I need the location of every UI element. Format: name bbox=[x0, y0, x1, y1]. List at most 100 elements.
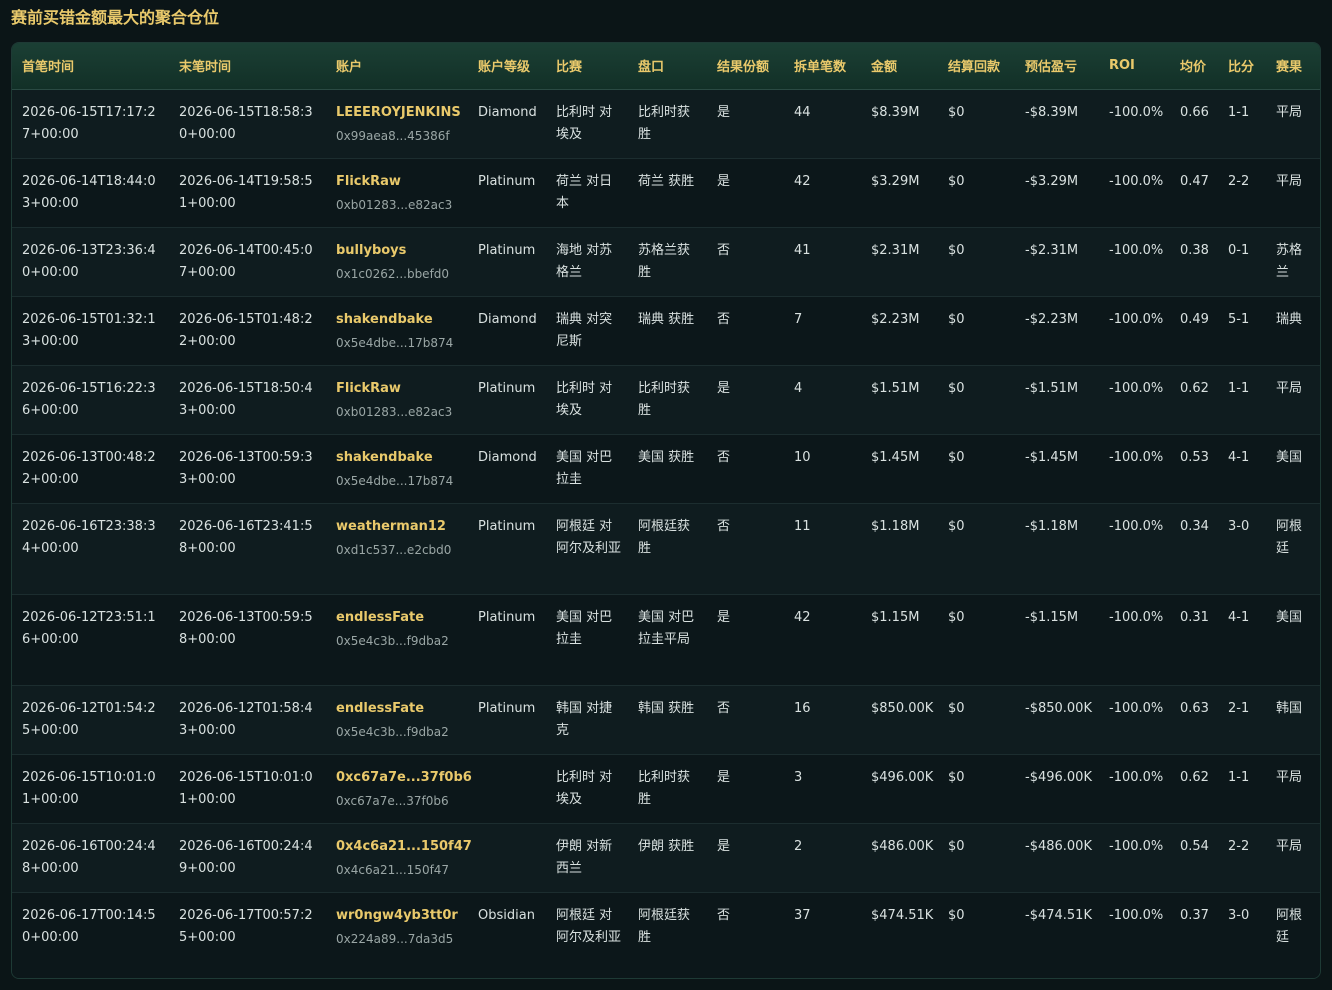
outcome-cell: 是 bbox=[707, 158, 784, 228]
account-name-link[interactable]: 0xc67a7e...37f0b6 bbox=[336, 767, 472, 790]
table-row[interactable]: 2026-06-14T18:44:03+00:00 2026-06-14T19:5… bbox=[12, 158, 1320, 228]
split-count-cell: 42 bbox=[784, 158, 861, 228]
account-address: 0x4c6a21...150f47 bbox=[336, 863, 450, 877]
score-cell: 3-0 bbox=[1218, 503, 1266, 595]
header-match[interactable]: 比赛 bbox=[546, 43, 628, 90]
account-cell: wr0ngw4yb3tt0r 0x224a89...7da3d5 bbox=[326, 892, 468, 978]
table-row[interactable]: 2026-06-13T00:48:22+00:00 2026-06-13T00:5… bbox=[12, 434, 1320, 504]
first-time-cell: 2026-06-13T00:48:22+00:00 bbox=[12, 434, 169, 504]
account-cell: weatherman12 0xd1c537...e2cbd0 bbox=[326, 503, 468, 595]
table-row[interactable]: 2026-06-16T23:38:34+00:00 2026-06-16T23:4… bbox=[12, 503, 1320, 595]
account-cell: bullyboys 0x1c0262...bbefd0 bbox=[326, 227, 468, 297]
outcome-cell: 是 bbox=[707, 594, 784, 686]
header-result[interactable]: 赛果 bbox=[1266, 43, 1320, 90]
account-name-link[interactable]: LEEEROYJENKINS bbox=[336, 102, 462, 125]
header-account-tier[interactable]: 账户等级 bbox=[468, 43, 546, 90]
score-cell: 2-2 bbox=[1218, 823, 1266, 893]
header-roi[interactable]: ROI bbox=[1099, 43, 1170, 90]
split-count-cell: 2 bbox=[784, 823, 861, 893]
outcome-cell: 是 bbox=[707, 823, 784, 893]
account-name-link[interactable]: FlickRaw bbox=[336, 171, 462, 194]
header-settlement-payout[interactable]: 结算回款 bbox=[938, 43, 1015, 90]
first-time-cell: 2026-06-17T00:14:50+00:00 bbox=[12, 892, 169, 978]
account-name-link[interactable]: FlickRaw bbox=[336, 378, 462, 401]
match-cell: 美国 对巴拉圭 bbox=[546, 594, 628, 686]
market-cell: 美国 对巴拉圭平局 bbox=[628, 594, 707, 686]
first-time-cell: 2026-06-15T17:17:27+00:00 bbox=[12, 89, 169, 159]
score-cell: 1-1 bbox=[1218, 89, 1266, 159]
account-cell: FlickRaw 0xb01283...e82ac3 bbox=[326, 158, 468, 228]
account-name-link[interactable]: endlessFate bbox=[336, 698, 462, 721]
avg-price-cell: 0.37 bbox=[1170, 892, 1218, 978]
table-header-row: 首笔时间 末笔时间 账户 账户等级 比赛 盘口 结果份额 拆单笔数 金额 结算回款 预估盈亏 ROI 均… bbox=[12, 43, 1320, 90]
roi-cell: -100.0% bbox=[1099, 296, 1170, 366]
table-row[interactable]: 2026-06-16T00:24:48+00:00 2026-06-16T00:2… bbox=[12, 823, 1320, 893]
header-market[interactable]: 盘口 bbox=[628, 43, 707, 90]
table-row[interactable]: 2026-06-15T17:17:27+00:00 2026-06-15T18:5… bbox=[12, 89, 1320, 159]
account-cell: endlessFate 0x5e4c3b...f9dba2 bbox=[326, 594, 468, 686]
market-cell: 阿根廷获胜 bbox=[628, 892, 707, 978]
payout-cell: $0 bbox=[938, 685, 1015, 755]
first-time-cell: 2026-06-14T18:44:03+00:00 bbox=[12, 158, 169, 228]
first-time-cell: 2026-06-15T01:32:13+00:00 bbox=[12, 296, 169, 366]
account-name-link[interactable]: 0x4c6a21...150f47 bbox=[336, 836, 472, 859]
pnl-cell: -$1.45M bbox=[1015, 434, 1099, 504]
table-row[interactable]: 2026-06-12T01:54:25+00:00 2026-06-12T01:5… bbox=[12, 685, 1320, 755]
pnl-cell: -$1.15M bbox=[1015, 594, 1099, 686]
table-row[interactable]: 2026-06-15T01:32:13+00:00 2026-06-15T01:4… bbox=[12, 296, 1320, 366]
score-cell: 4-1 bbox=[1218, 434, 1266, 504]
roi-cell: -100.0% bbox=[1099, 685, 1170, 755]
account-name-link[interactable]: endlessFate bbox=[336, 607, 462, 630]
split-count-cell: 7 bbox=[784, 296, 861, 366]
avg-price-cell: 0.31 bbox=[1170, 594, 1218, 686]
account-cell: 0xc67a7e...37f0b6 0xc67a7e...37f0b6 bbox=[326, 754, 472, 824]
header-outcome-shares[interactable]: 结果份额 bbox=[707, 43, 784, 90]
avg-price-cell: 0.53 bbox=[1170, 434, 1218, 504]
account-name-link[interactable]: shakendbake bbox=[336, 447, 462, 470]
outcome-cell: 否 bbox=[707, 892, 784, 978]
match-cell: 韩国 对捷克 bbox=[546, 685, 628, 755]
account-name-link[interactable]: bullyboys bbox=[336, 240, 462, 263]
account-tier-cell bbox=[468, 754, 546, 824]
header-split-count[interactable]: 拆单笔数 bbox=[784, 43, 861, 90]
header-score[interactable]: 比分 bbox=[1218, 43, 1266, 90]
market-cell: 比利时获胜 bbox=[628, 365, 707, 435]
result-cell: 平局 bbox=[1266, 158, 1320, 228]
roi-cell: -100.0% bbox=[1099, 594, 1170, 686]
table-row[interactable]: 2026-06-15T10:01:01+00:00 2026-06-15T10:0… bbox=[12, 754, 1320, 824]
first-time-cell: 2026-06-12T01:54:25+00:00 bbox=[12, 685, 169, 755]
header-amount[interactable]: 金额 bbox=[861, 43, 938, 90]
table-row[interactable]: 2026-06-13T23:36:40+00:00 2026-06-14T00:4… bbox=[12, 227, 1320, 297]
account-cell: shakendbake 0x5e4dbe...17b874 bbox=[326, 296, 468, 366]
header-est-pnl[interactable]: 预估盈亏 bbox=[1015, 43, 1099, 90]
roi-cell: -100.0% bbox=[1099, 754, 1170, 824]
table-row[interactable]: 2026-06-17T00:14:50+00:00 2026-06-17T00:5… bbox=[12, 892, 1320, 978]
account-address: 0x5e4c3b...f9dba2 bbox=[336, 634, 449, 648]
split-count-cell: 41 bbox=[784, 227, 861, 297]
avg-price-cell: 0.49 bbox=[1170, 296, 1218, 366]
header-last-time[interactable]: 末笔时间 bbox=[169, 43, 326, 90]
header-avg-price[interactable]: 均价 bbox=[1170, 43, 1218, 90]
roi-cell: -100.0% bbox=[1099, 823, 1170, 893]
split-count-cell: 11 bbox=[784, 503, 861, 595]
score-cell: 3-0 bbox=[1218, 892, 1266, 978]
header-account[interactable]: 账户 bbox=[326, 43, 468, 90]
split-count-cell: 10 bbox=[784, 434, 861, 504]
score-cell: 1-1 bbox=[1218, 754, 1266, 824]
header-first-time[interactable]: 首笔时间 bbox=[12, 43, 169, 90]
account-name-link[interactable]: weatherman12 bbox=[336, 516, 462, 539]
amount-cell: $1.15M bbox=[861, 594, 938, 686]
avg-price-cell: 0.63 bbox=[1170, 685, 1218, 755]
match-cell: 海地 对苏格兰 bbox=[546, 227, 628, 297]
account-tier-cell: Platinum bbox=[468, 227, 546, 297]
account-name-link[interactable]: wr0ngw4yb3tt0r bbox=[336, 905, 462, 928]
account-name-link[interactable]: shakendbake bbox=[336, 309, 462, 332]
first-time-cell: 2026-06-15T10:01:01+00:00 bbox=[12, 754, 169, 824]
pnl-cell: -$1.51M bbox=[1015, 365, 1099, 435]
split-count-cell: 37 bbox=[784, 892, 861, 978]
match-cell: 比利时 对埃及 bbox=[546, 89, 628, 159]
avg-price-cell: 0.54 bbox=[1170, 823, 1218, 893]
account-address: 0xd1c537...e2cbd0 bbox=[336, 543, 452, 557]
table-row[interactable]: 2026-06-12T23:51:16+00:00 2026-06-13T00:5… bbox=[12, 594, 1320, 686]
table-row[interactable]: 2026-06-15T16:22:36+00:00 2026-06-15T18:5… bbox=[12, 365, 1320, 435]
